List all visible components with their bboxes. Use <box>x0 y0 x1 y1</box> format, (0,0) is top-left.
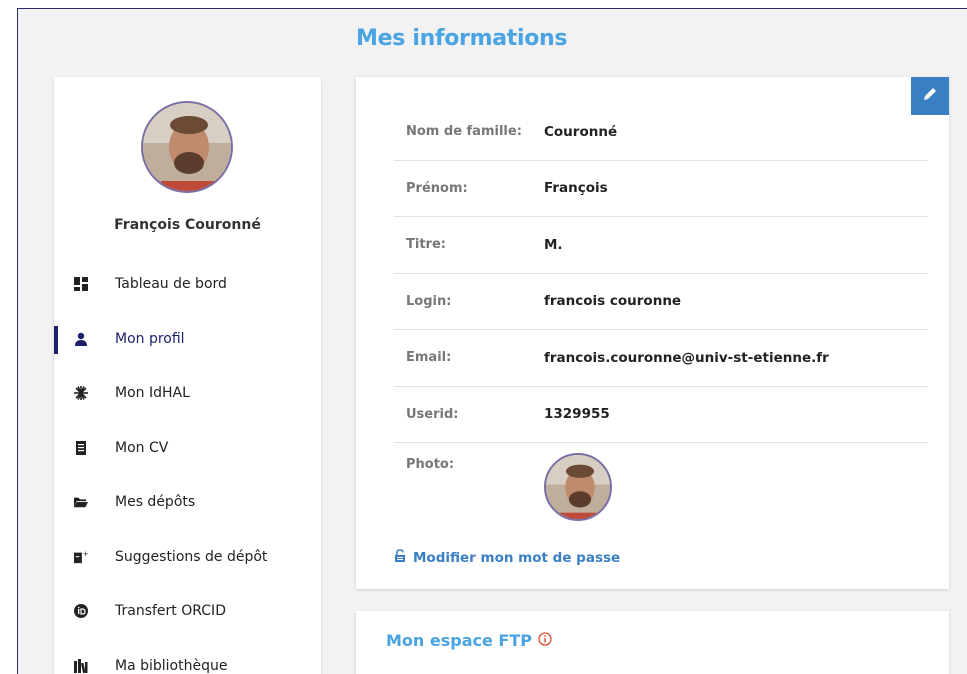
sidebar-item-orcid[interactable]: Transfert ORCID <box>54 584 321 639</box>
profile-photo <box>544 453 612 521</box>
page-title: Mes informations <box>356 26 568 51</box>
field-label: Prénom: <box>406 180 468 196</box>
unlock-icon <box>394 549 413 566</box>
change-password-link[interactable]: Modifier mon mot de passe <box>394 549 620 566</box>
field-value: François <box>544 180 608 197</box>
sidebar-user-name: François Couronné <box>114 217 261 233</box>
sidebar-item-label: Mon profil <box>115 330 185 347</box>
field-label: Titre: <box>406 237 446 253</box>
sidebar-menu: Tableau de bord Mon profil Mon IdHAL Mon… <box>54 257 321 674</box>
profile-card: Nom de famille: Couronné Prénom: Françoi… <box>356 77 949 589</box>
sidebar-item-label: Suggestions de dépôt <box>115 548 268 565</box>
ftp-title: Mon espace FTP <box>386 631 552 650</box>
field-value: 1329955 <box>544 406 610 423</box>
field-value: Couronné <box>544 123 618 140</box>
field-row-title: Titre: M. <box>394 217 928 274</box>
sidebar-item-label: Tableau de bord <box>115 276 227 293</box>
folder-icon <box>74 495 88 509</box>
info-icon[interactable] <box>538 631 552 650</box>
sidebar-item-label: Ma bibliothèque <box>115 657 228 674</box>
user-icon <box>74 332 88 346</box>
ftp-card: Mon espace FTP <box>356 611 949 674</box>
sidebar-item-suggestions[interactable]: + Suggestions de dépôt <box>54 530 321 585</box>
field-value: francois.couronne@univ-st-etienne.fr <box>544 349 829 366</box>
field-row-lastname: Nom de famille: Couronné <box>394 104 928 161</box>
field-label: Login: <box>406 293 452 309</box>
orcid-icon <box>74 604 88 619</box>
avatar <box>141 101 233 193</box>
field-row-firstname: Prénom: François <box>394 161 928 217</box>
field-row-email: Email: francois.couronne@univ-st-etienne… <box>394 330 928 387</box>
idhal-icon <box>74 386 88 401</box>
sidebar-item-dashboard[interactable]: Tableau de bord <box>54 257 321 312</box>
field-label: Nom de famille: <box>406 124 522 140</box>
field-label: Photo: <box>406 457 455 472</box>
sidebar-item-library[interactable]: Ma bibliothèque <box>54 639 321 674</box>
sidebar-item-deposits[interactable]: Mes dépôts <box>54 475 321 530</box>
field-value: francois couronne <box>544 293 682 310</box>
field-row-photo: Photo: <box>394 443 928 525</box>
field-row-login: Login: francois couronne <box>394 274 928 330</box>
sidebar-item-cv[interactable]: Mon CV <box>54 421 321 476</box>
profile-info-table: Nom de famille: Couronné Prénom: Françoi… <box>394 104 928 525</box>
ftp-title-label: Mon espace FTP <box>386 631 532 650</box>
suggestion-icon: + <box>74 550 88 564</box>
svg-text:+: + <box>83 550 88 558</box>
change-password-label: Modifier mon mot de passe <box>413 549 621 566</box>
pencil-icon <box>922 86 938 106</box>
sidebar: François Couronné Tableau de bord Mon pr… <box>54 77 321 674</box>
dashboard-icon <box>74 277 88 292</box>
sidebar-item-label: Mes dépôts <box>115 494 196 511</box>
cv-icon <box>74 440 88 455</box>
sidebar-item-label: Transfert ORCID <box>115 603 226 620</box>
library-icon <box>74 658 88 673</box>
field-label: Email: <box>406 350 452 366</box>
field-row-userid: Userid: 1329955 <box>394 387 928 443</box>
sidebar-item-profile[interactable]: Mon profil <box>54 312 321 367</box>
field-value: M. <box>544 236 563 253</box>
sidebar-item-idhal[interactable]: Mon IdHAL <box>54 366 321 421</box>
field-label: Userid: <box>406 406 459 422</box>
sidebar-item-label: Mon IdHAL <box>115 385 190 402</box>
sidebar-item-label: Mon CV <box>115 439 169 456</box>
